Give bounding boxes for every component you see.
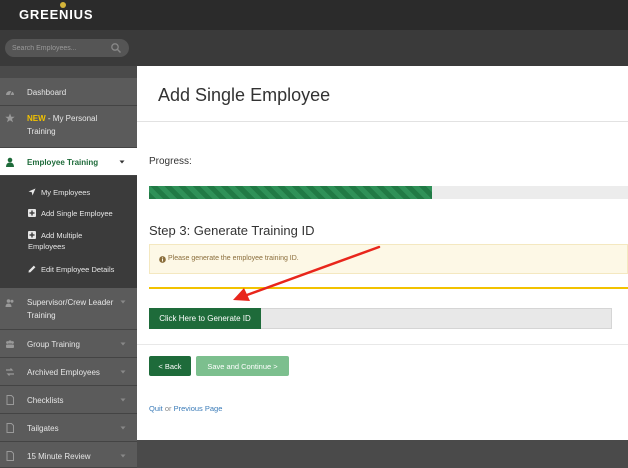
step-title: Step 3: Generate Training ID — [149, 223, 315, 238]
sidebar-item-label: Checklists — [27, 396, 64, 405]
pencil-icon — [28, 265, 36, 273]
sidebar-item-checklists[interactable]: Checklists — [0, 386, 137, 414]
sidebar-item-supervisor-crew-leader-training[interactable]: Supervisor/Crew Leader Training — [0, 288, 137, 330]
caret-down-icon — [120, 370, 126, 374]
submenu-item-my-employees[interactable]: My Employees — [0, 186, 137, 200]
logo-text: GREENIUS — [19, 7, 94, 22]
sidebar-item-15-minute-review[interactable]: 15 Minute Review — [0, 442, 137, 468]
title-divider — [137, 121, 628, 122]
page-title: Add Single Employee — [158, 85, 331, 105]
caret-down-icon — [120, 342, 126, 346]
users-icon — [5, 299, 14, 307]
submenu-item-edit-employee-details[interactable]: Edit Employee Details — [0, 263, 137, 277]
plus-square-icon — [28, 209, 36, 217]
main-content: Add Single Employee Progress: Step 3: Ge… — [137, 66, 628, 440]
document-icon — [6, 451, 14, 461]
submenu-item-add-multiple-employees[interactable]: Add Multiple Employees — [0, 229, 137, 255]
document-icon — [6, 423, 14, 433]
info-alert: Please generate the employee training ID… — [149, 244, 628, 274]
info-icon — [159, 256, 166, 263]
user-icon — [6, 157, 14, 167]
sidebar-item-archived-employees[interactable]: Archived Employees — [0, 358, 137, 386]
caret-down-icon — [119, 160, 125, 164]
star-icon — [5, 113, 15, 123]
or-text: or — [164, 404, 172, 413]
caret-down-icon — [120, 398, 126, 402]
new-badge: NEW — [27, 114, 46, 123]
sidebar-item-label: 15 Minute Review — [27, 452, 91, 461]
submenu-item-label: Add Multiple Employees — [28, 231, 83, 251]
caret-down-icon — [120, 454, 126, 458]
page-footer — [137, 440, 628, 468]
search-bar — [0, 30, 628, 66]
sidebar-item-group-training[interactable]: Group Training — [0, 330, 137, 358]
sidebar-item-label: Supervisor/Crew Leader Training — [27, 298, 114, 320]
back-button[interactable]: < Back — [149, 356, 191, 376]
progress-bar — [149, 186, 628, 199]
submenu-item-label: My Employees — [41, 188, 91, 197]
dashboard-icon — [6, 90, 14, 96]
quit-link[interactable]: Quit — [149, 404, 163, 413]
progress-bar-fill — [149, 186, 432, 199]
alert-text: Please generate the employee training ID… — [168, 255, 299, 262]
previous-page-link[interactable]: Previous Page — [174, 404, 223, 413]
sidebar-item-label: Employee Training — [27, 158, 99, 167]
sidebar-item-label: Tailgates — [27, 424, 59, 433]
archive-icon — [6, 368, 14, 376]
caret-down-icon — [120, 426, 126, 430]
document-icon — [6, 395, 14, 405]
actions-divider — [137, 344, 628, 345]
top-bar: GREENIUS — [0, 0, 628, 30]
submenu-item-label: Add Single Employee — [41, 209, 113, 218]
logo-dot-icon — [60, 2, 66, 8]
sidebar-item-dashboard[interactable]: Dashboard — [0, 78, 137, 106]
progress-label: Progress: — [149, 156, 192, 167]
submenu-item-label: Edit Employee Details — [41, 265, 115, 274]
caret-down-icon — [120, 300, 126, 304]
sidebar-item-label: Archived Employees — [27, 368, 100, 377]
group-icon — [6, 340, 14, 348]
sidebar-item-employee-training[interactable]: Employee Training — [0, 148, 137, 176]
logo[interactable]: GREENIUS — [19, 2, 94, 22]
generate-id-button[interactable]: Click Here to Generate ID — [149, 308, 261, 329]
save-and-continue-button[interactable]: Save and Continue > — [196, 356, 289, 376]
search-field-wrapper — [5, 39, 129, 57]
section-divider — [149, 287, 628, 289]
submenu-item-add-single-employee[interactable]: Add Single Employee — [0, 207, 137, 221]
employee-training-submenu: My Employees Add Single Employee Add Mul… — [0, 176, 137, 288]
location-arrow-icon — [28, 188, 36, 196]
sidebar-item-label: Dashboard — [27, 88, 67, 97]
sidebar-item-tailgates[interactable]: Tailgates — [0, 414, 137, 442]
sidebar-item-my-personal-training[interactable]: NEW - My Personal Training — [0, 106, 137, 148]
search-icon[interactable] — [110, 42, 122, 54]
sidebar-item-label: Group Training — [27, 340, 80, 349]
sidebar: Dashboard NEW - My Personal Training Emp… — [0, 66, 137, 468]
footer-links: Quit or Previous Page — [149, 404, 222, 413]
